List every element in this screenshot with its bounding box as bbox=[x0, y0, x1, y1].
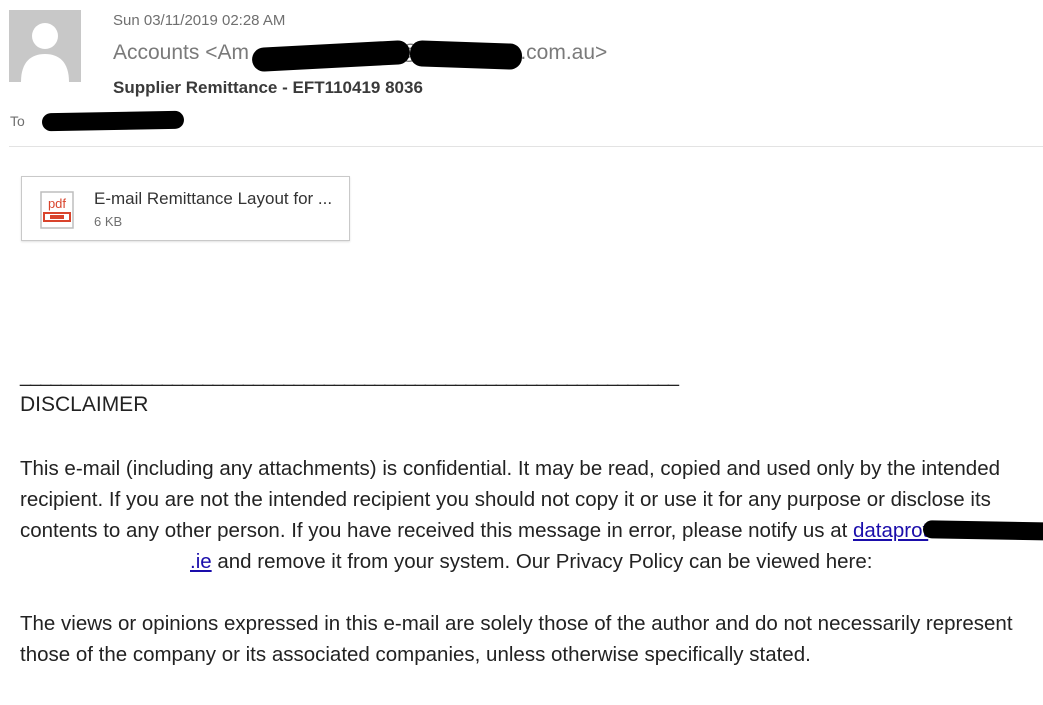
link-suffix: .ie bbox=[190, 550, 212, 573]
attachment-size: 6 KB bbox=[94, 214, 123, 229]
pdf-icon-text: pdf bbox=[48, 196, 66, 211]
header-divider bbox=[9, 146, 1043, 147]
disclaimer-paragraph: This e-mail (including any attachments) … bbox=[20, 453, 1043, 577]
disclaimer-text: and remove it from your system. Our Priv… bbox=[211, 550, 873, 573]
person-icon bbox=[21, 23, 69, 82]
signature-divider-line: ________________________________________… bbox=[20, 365, 679, 387]
sender-suffix: .com.au> bbox=[520, 41, 608, 64]
attachment-card[interactable]: pdf E-mail Remittance Layout for ... 6 K… bbox=[21, 176, 350, 241]
link-prefix: dataprot bbox=[853, 519, 929, 542]
redaction-mark bbox=[409, 40, 523, 70]
redaction-mark bbox=[41, 110, 185, 132]
views-paragraph: The views or opinions expressed in this … bbox=[20, 612, 1013, 666]
sender-avatar bbox=[9, 10, 81, 82]
disclaimer-title: DISCLAIMER bbox=[20, 393, 149, 416]
sender-prefix: Accounts <Am bbox=[113, 41, 249, 64]
attachment-name: E-mail Remittance Layout for ... bbox=[94, 189, 333, 208]
disclaimer-body: This e-mail (including any attachments) … bbox=[20, 453, 1043, 701]
pdf-icon: pdf bbox=[40, 191, 74, 229]
message-subject: Supplier Remittance - EFT110419 8036 bbox=[113, 78, 423, 97]
message-date: Sun 03/11/2019 02:28 AM bbox=[113, 12, 286, 29]
redaction-mark bbox=[922, 520, 1043, 542]
to-label: To bbox=[10, 113, 25, 129]
